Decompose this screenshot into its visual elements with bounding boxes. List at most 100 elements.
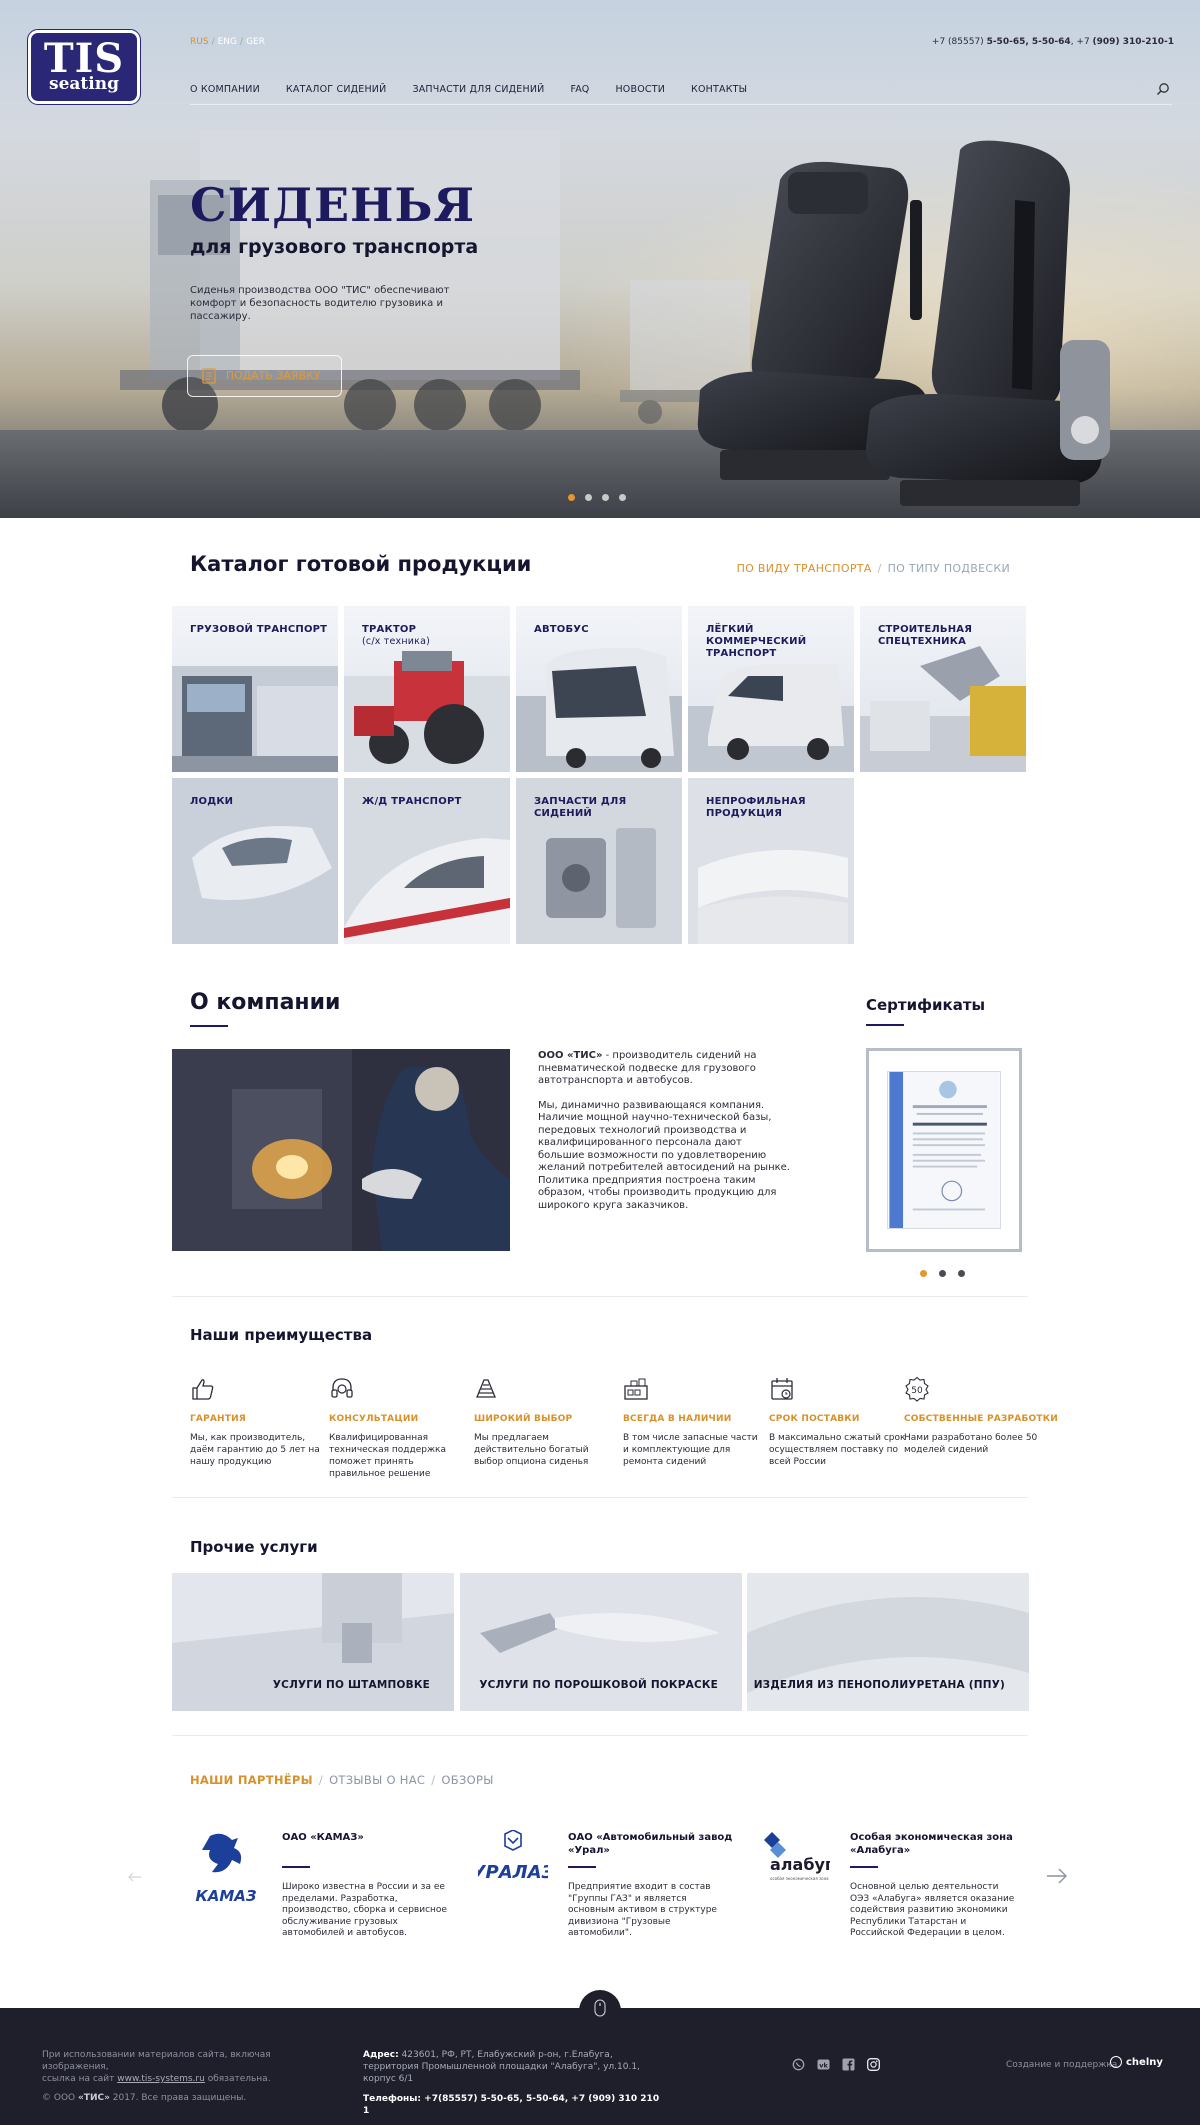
logo-text: TIS xyxy=(43,35,125,82)
catalog-grid: ГРУЗОВОЙ ТРАНСПОРТ ТРАКТОР (с/х техника) … xyxy=(172,606,1028,944)
title-underline xyxy=(190,1025,228,1027)
catalog-tile-buses[interactable]: АВТОБУС xyxy=(516,606,682,772)
company-name: ООО «ТИС» xyxy=(538,1050,603,1061)
catalog-tile-trucks[interactable]: ГРУЗОВОЙ ТРАНСПОРТ xyxy=(172,606,338,772)
developer-brand[interactable]: chelny xyxy=(1110,2056,1163,2068)
site-link[interactable]: www.tis-systems.ru xyxy=(117,2074,205,2084)
nav-parts[interactable]: ЗАПЧАСТИ ДЛЯ СИДЕНИЙ xyxy=(412,84,544,95)
catalog-tile-construction[interactable]: СТРОИТЕЛЬНАЯ СПЕЦТЕХНИКА xyxy=(860,606,1026,772)
slider-dot[interactable] xyxy=(939,1270,946,1277)
nav-catalog[interactable]: КАТАЛОГ СИДЕНИЙ xyxy=(286,84,387,95)
divider xyxy=(172,1497,1028,1498)
submit-request-button[interactable]: ПОДАТЬ ЗАЯВКУ xyxy=(187,355,342,397)
nav-faq[interactable]: FAQ xyxy=(570,84,589,95)
calendar-icon xyxy=(771,1378,793,1400)
tile-label: СТРОИТЕЛЬНАЯ СПЕЦТЕХНИКА xyxy=(878,624,973,647)
badge-50-icon: 50 xyxy=(905,1376,929,1402)
certificate-card[interactable] xyxy=(866,1048,1022,1252)
slider-dot[interactable] xyxy=(585,494,592,501)
lang-rus[interactable]: RUS xyxy=(190,37,209,47)
arrow-right-icon[interactable] xyxy=(1046,1868,1068,1884)
submit-request-label: ПОДАТЬ ЗАЯВКУ xyxy=(226,370,321,382)
certificates-dots xyxy=(920,1270,965,1277)
partner-description: Основной целью деятельности ОЭЗ «Алабуга… xyxy=(850,1882,1015,1938)
catalog-tile-tractors[interactable]: ТРАКТОР (с/х техника) xyxy=(344,606,510,772)
partner-card[interactable]: КАМАЗ ОАО «КАМАЗ» Широко известна в Росс… xyxy=(192,1830,452,1950)
social-links: vk xyxy=(792,2058,880,2071)
tile-label: НЕПРОФИЛЬНАЯ ПРОДУКЦИЯ xyxy=(706,796,806,819)
partner-description: Широко известна в России и за ее предела… xyxy=(282,1882,447,1938)
certificate-image xyxy=(887,1071,1001,1229)
advantage-item: ШИРОКИЙ ВЫБОР Мы предлагаем действительн… xyxy=(474,1376,614,1468)
language-switcher: RUS / ENG / GER xyxy=(190,37,265,47)
nav-news[interactable]: НОВОСТИ xyxy=(615,84,665,95)
footer-contacts: Адрес: 423601, РФ, РТ, Елабужский р-он, … xyxy=(363,2050,660,2116)
catalog-tile-boats[interactable]: ЛОДКИ xyxy=(172,778,338,944)
hero-slider: TIS seating RUS / ENG / GER +7 (85557) 5-50-… xyxy=(0,0,1200,518)
tile-label: Ж/Д ТРАНСПОРТ xyxy=(362,796,462,807)
ural-logo: УРАЛАЗ xyxy=(478,1830,548,1883)
partner-name: ОАО «Автомобильный завод «Урал» xyxy=(568,1832,733,1856)
about-title: О компании xyxy=(190,990,341,1015)
tab-by-transport[interactable]: ПО ВИДУ ТРАНСПОРТА xyxy=(737,562,872,575)
main-nav: О КОМПАНИИ КАТАЛОГ СИДЕНИЙ ЗАПЧАСТИ ДЛЯ … xyxy=(190,84,773,95)
slider-dot[interactable] xyxy=(619,494,626,501)
tile-label: ТРАКТОР (с/х техника) xyxy=(362,624,431,647)
document-icon xyxy=(202,368,216,384)
page: TIS seating RUS / ENG / GER +7 (85557) 5-50-… xyxy=(0,0,1200,2125)
whatsapp-icon[interactable] xyxy=(792,2058,805,2071)
logo-subtext: seating xyxy=(49,74,119,94)
catalog-title: Каталог готовой продукции xyxy=(190,552,532,576)
logo[interactable]: TIS seating xyxy=(27,29,141,105)
tile-label: ЛЁГКИЙ КОММЕРЧЕСКИЙ ТРАНСПОРТ xyxy=(706,624,807,659)
phone-main[interactable]: 5-50-65, 5-50-64 xyxy=(987,37,1071,47)
headset-icon xyxy=(331,1378,353,1398)
catalog-tile-seat-parts[interactable]: ЗАПЧАСТИ ДЛЯ СИДЕНИЙ xyxy=(516,778,682,944)
phone-mobile[interactable]: (909) 310-210-1 xyxy=(1093,37,1174,47)
developer-credit: Создание и поддержка xyxy=(1006,2060,1118,2070)
tab-reviews[interactable]: ОТЗЫВЫ О НАС xyxy=(329,1773,425,1787)
search-icon[interactable] xyxy=(1156,82,1170,96)
instagram-icon[interactable] xyxy=(867,2058,880,2071)
partner-card[interactable]: УРАЛАЗ ОАО «Автомобильный завод «Урал» П… xyxy=(478,1830,738,1950)
kamaz-logo: КАМАЗ xyxy=(192,1833,260,1906)
nav-divider xyxy=(190,104,1172,105)
partner-card[interactable]: алабуга особая экономическая зона Особая… xyxy=(760,1830,1020,1950)
tile-label: АВТОБУС xyxy=(534,624,589,635)
nav-contacts[interactable]: КОНТАКТЫ xyxy=(691,84,747,95)
divider xyxy=(172,1296,1028,1297)
slider-dot[interactable] xyxy=(958,1270,965,1277)
services-title: Прочие услуги xyxy=(190,1538,318,1556)
header-phones: +7 (85557) 5-50-65, 5-50-64, +7 (909) 31… xyxy=(931,37,1174,47)
tile-label: ЗАПЧАСТИ ДЛЯ СИДЕНИЙ xyxy=(534,796,627,819)
nav-about[interactable]: О КОМПАНИИ xyxy=(190,84,260,95)
tab-overviews[interactable]: ОБЗОРЫ xyxy=(441,1773,493,1787)
svg-text:50: 50 xyxy=(911,1386,923,1396)
tab-by-suspension[interactable]: ПО ТИПУ ПОДВЕСКИ xyxy=(888,562,1010,575)
slider-dot[interactable] xyxy=(568,494,575,501)
catalog-tile-railway[interactable]: Ж/Д ТРАНСПОРТ xyxy=(344,778,510,944)
vk-icon[interactable]: vk xyxy=(817,2058,830,2071)
thumbs-up-icon xyxy=(192,1379,214,1400)
lang-eng[interactable]: ENG xyxy=(218,37,237,47)
svg-text:vk: vk xyxy=(819,2062,828,2070)
copyright: © ООО «ТИС» 2017. Все права защищены. xyxy=(42,2093,247,2103)
arrow-left-icon[interactable] xyxy=(128,1872,142,1882)
facebook-icon[interactable] xyxy=(842,2058,855,2071)
lang-ger[interactable]: GER xyxy=(246,37,265,47)
slider-dot[interactable] xyxy=(920,1270,927,1277)
advantage-item: КОНСУЛЬТАЦИИ Квалифицированная техническ… xyxy=(329,1376,469,1480)
hero-title: СИДЕНЬЯ xyxy=(190,178,476,232)
catalog-tabs: ПО ВИДУ ТРАНСПОРТА / ПО ТИПУ ПОДВЕСКИ xyxy=(736,562,1010,575)
divider xyxy=(172,1735,1028,1736)
service-card-powder-coating[interactable]: УСЛУГИ ПО ПОРОШКОВОЙ ПОКРАСКЕ xyxy=(460,1573,742,1711)
catalog-tile-other[interactable]: НЕПРОФИЛЬНАЯ ПРОДУКЦИЯ xyxy=(688,778,854,944)
hero-subtitle: для грузового транспорта xyxy=(190,236,479,258)
tab-partners[interactable]: НАШИ ПАРТНЁРЫ xyxy=(190,1773,313,1787)
tile-label: ГРУЗОВОЙ ТРАНСПОРТ xyxy=(190,624,328,635)
service-card-ppu[interactable]: ИЗДЕЛИЯ ИЗ ПЕНОПОЛИУРЕТАНА (ППУ) xyxy=(747,1573,1029,1711)
seats-image xyxy=(697,140,1110,506)
slider-dot[interactable] xyxy=(602,494,609,501)
service-card-stamping[interactable]: УСЛУГИ ПО ШТАМПОВКЕ xyxy=(172,1573,454,1711)
catalog-tile-lcv[interactable]: ЛЁГКИЙ КОММЕРЧЕСКИЙ ТРАНСПОРТ xyxy=(688,606,854,772)
